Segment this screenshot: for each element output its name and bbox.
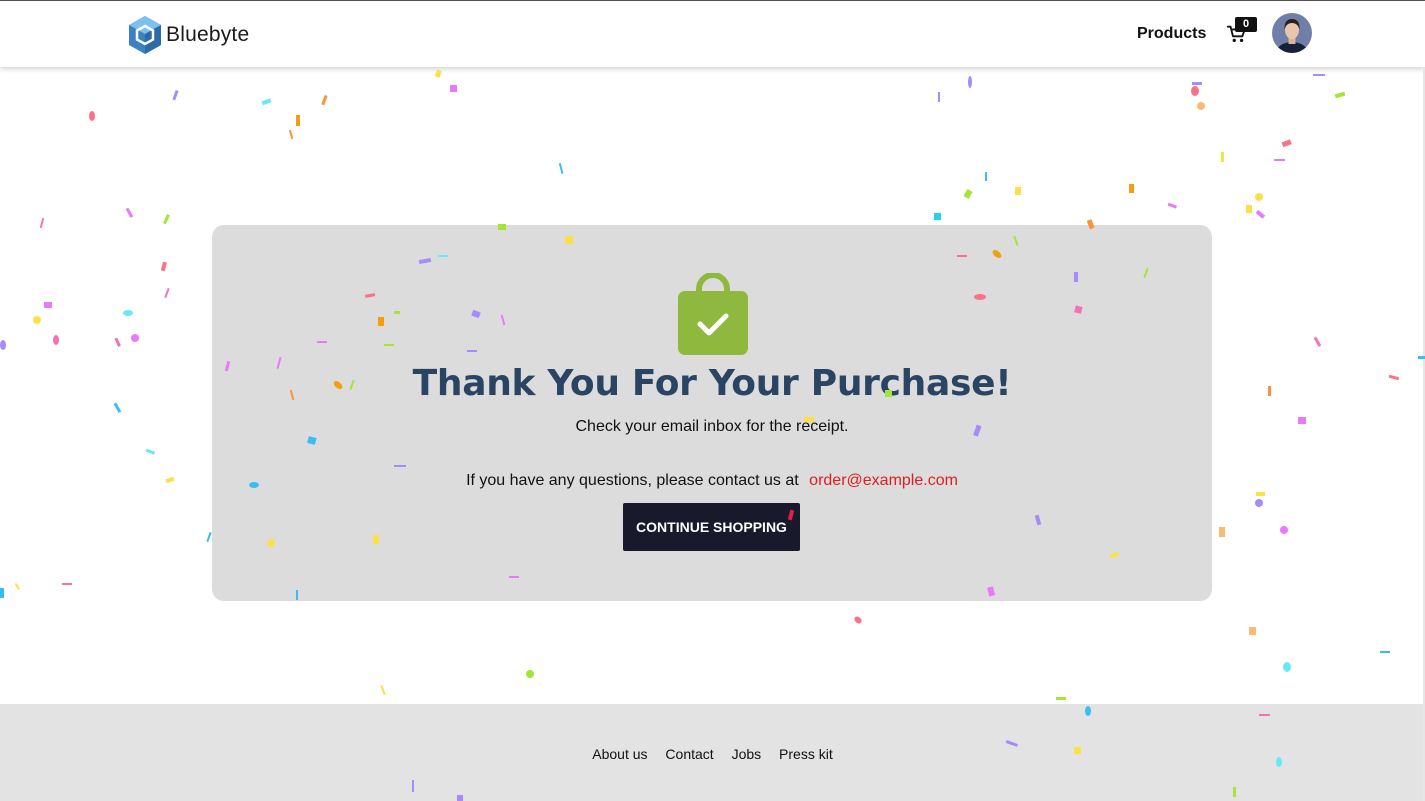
brand-name: Bluebyte [166, 23, 250, 46]
site-header: Bluebyte Products 0 [0, 1, 1425, 67]
contact-message: If you have any questions, please contac… [212, 472, 1212, 490]
cart-count-badge: 0 [1235, 17, 1257, 32]
shopping-bag-check-icon [678, 273, 748, 355]
contact-email-link[interactable]: order@example.com [809, 472, 958, 489]
footer-links: About us Contact Jobs Press kit [0, 746, 1425, 762]
purchase-confirmation-card: Thank You For Your Purchase! Check your … [212, 225, 1212, 601]
site-footer: About us Contact Jobs Press kit [0, 704, 1425, 801]
footer-link-jobs[interactable]: Jobs [732, 746, 762, 762]
continue-shopping-button[interactable]: CONTINUE SHOPPING [623, 503, 800, 551]
avatar-portrait-icon [1272, 13, 1312, 53]
brand-logo[interactable]: Bluebyte [127, 15, 249, 55]
thank-you-heading: Thank You For Your Purchase! [412, 363, 1012, 404]
receipt-message: Check your email inbox for the receipt. [575, 418, 849, 435]
footer-link-press-kit[interactable]: Press kit [779, 746, 833, 762]
hexagon-cube-logo-icon [129, 16, 161, 54]
footer-link-contact[interactable]: Contact [665, 746, 713, 762]
contact-text: If you have any questions, please contac… [466, 472, 799, 489]
footer-link-about[interactable]: About us [592, 746, 647, 762]
user-avatar[interactable] [1272, 13, 1312, 53]
nav-products-link[interactable]: Products [1137, 25, 1206, 43]
